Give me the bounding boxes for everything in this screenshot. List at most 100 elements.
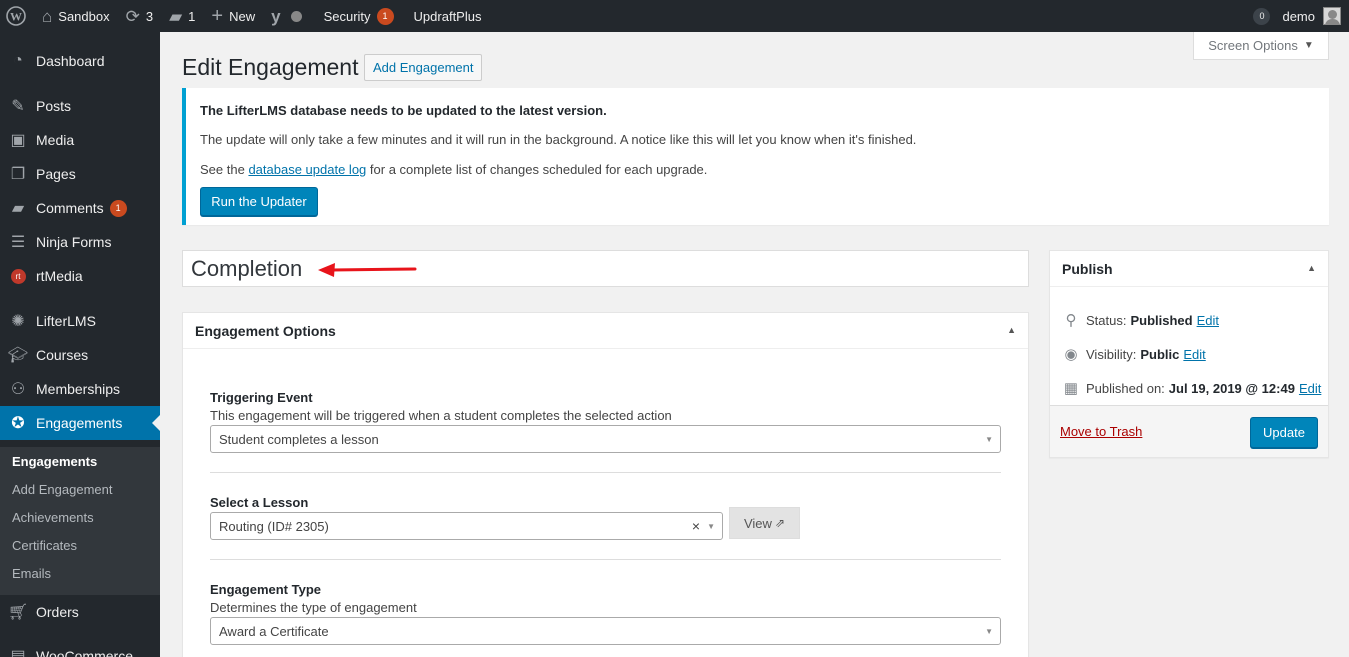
update-button[interactable]: Update xyxy=(1250,417,1318,448)
publish-header[interactable]: Publish ▲ xyxy=(1050,251,1328,287)
yoast-link[interactable]: y xyxy=(263,0,309,32)
menu-dashboard[interactable]: ◔ Dashboard xyxy=(0,44,160,78)
refresh-icon: ⟳ xyxy=(125,6,140,26)
menu-comments[interactable]: ▰ Comments 1 xyxy=(0,191,160,225)
status-dot-icon xyxy=(290,10,302,22)
dashboard-icon: ◔ xyxy=(13,52,23,69)
avatar[interactable] xyxy=(1323,7,1341,25)
cart-icon: 🛒︎ xyxy=(7,604,29,621)
menu-lifterlms[interactable]: ✺ LifterLMS xyxy=(0,304,160,338)
edit-date-link[interactable]: Edit xyxy=(1299,381,1321,396)
triggering-event-value: Student completes a lesson xyxy=(219,431,379,447)
lesson-select[interactable]: Routing (ID# 2305) × ▼ xyxy=(210,512,723,540)
award-icon: ✪ xyxy=(11,415,25,432)
menu-posts[interactable]: ✎ Posts xyxy=(0,89,160,123)
media-icon: ▣ xyxy=(10,132,26,149)
edit-status-link[interactable]: Edit xyxy=(1197,313,1219,328)
publish-actions: Move to Trash Update xyxy=(1050,405,1328,457)
menu-label: Posts xyxy=(36,98,72,114)
collapse-arrow-icon[interactable]: ▲ xyxy=(1307,263,1316,273)
menu-label: Engagements xyxy=(36,415,123,431)
notifications-badge[interactable]: 0 xyxy=(1253,7,1271,25)
comments-link[interactable]: ▰ 1 xyxy=(161,0,203,32)
submenu-emails[interactable]: Emails xyxy=(12,566,51,581)
engagement-type-description: Determines the type of engagement xyxy=(210,600,417,615)
menu-media[interactable]: ▣ Media xyxy=(0,123,160,157)
menu-courses[interactable]: 🎓︎ Courses xyxy=(0,338,160,372)
menu-label: WooCommerce xyxy=(36,648,133,657)
visibility-label: Visibility: xyxy=(1086,346,1137,362)
updates-count: 3 xyxy=(145,8,154,24)
security-label: Security xyxy=(323,8,371,24)
woo-icon: ▤ xyxy=(10,648,26,657)
visibility-row: ◉ Visibility: Public Edit xyxy=(1062,345,1205,363)
notice-line-2-after: for a complete list of changes scheduled… xyxy=(369,162,708,177)
post-title-input[interactable]: Completion xyxy=(182,250,1029,287)
comments-badge: 1 xyxy=(109,199,127,217)
wordpress-logo[interactable]: W xyxy=(0,0,34,32)
add-engagement-button[interactable]: Add Engagement xyxy=(364,54,483,81)
home-icon: ⌂ xyxy=(42,6,53,26)
triggering-event-select[interactable]: Student completes a lesson ▼ xyxy=(210,425,1001,453)
calendar-icon: ▦ xyxy=(1063,380,1079,397)
notice-line-1: The update will only take a few minutes … xyxy=(200,132,917,147)
new-label: New xyxy=(229,8,256,24)
site-name: Sandbox xyxy=(58,8,110,24)
status-value: Published xyxy=(1130,312,1193,328)
updraftplus-link[interactable]: UpdraftPlus xyxy=(402,0,490,32)
yoast-icon: y xyxy=(271,6,281,26)
menu-memberships[interactable]: ⚇ Memberships xyxy=(0,372,160,406)
pin-icon: ⚲ xyxy=(1065,312,1077,329)
menu-label: Comments xyxy=(36,200,104,216)
updraftplus-label: UpdraftPlus xyxy=(413,8,482,24)
site-name-link[interactable]: ⌂ Sandbox xyxy=(34,0,118,32)
submenu-certificates[interactable]: Certificates xyxy=(12,538,77,553)
security-link[interactable]: Security 1 xyxy=(310,0,402,32)
menu-woocommerce[interactable]: ▤ WooCommerce xyxy=(0,639,160,657)
collapse-arrow-icon[interactable]: ▲ xyxy=(1007,325,1016,335)
engagement-type-value: Award a Certificate xyxy=(219,623,329,639)
menu-label: Ninja Forms xyxy=(36,234,112,250)
published-label: Published on: xyxy=(1086,380,1165,396)
view-button-label: View xyxy=(743,515,772,531)
caret-down-icon: ▼ xyxy=(1303,40,1314,51)
submenu-achievements[interactable]: Achievements xyxy=(12,510,94,525)
svg-text:W: W xyxy=(10,10,22,24)
eye-icon: ◉ xyxy=(1064,346,1078,363)
groups-icon: ⚇ xyxy=(10,381,26,398)
updates-link[interactable]: ⟳ 3 xyxy=(118,0,161,32)
run-updater-button[interactable]: Run the Updater xyxy=(200,187,318,216)
publish-title: Publish xyxy=(1062,260,1113,277)
edit-visibility-link[interactable]: Edit xyxy=(1183,347,1205,362)
database-update-log-link[interactable]: database update log xyxy=(248,162,366,177)
clear-icon[interactable]: × xyxy=(692,518,700,534)
chevron-down-icon: ▼ xyxy=(985,627,993,636)
menu-label: Courses xyxy=(36,347,89,363)
view-lesson-button[interactable]: View ⇗ xyxy=(729,507,800,539)
menu-ninja-forms[interactable]: ☰ Ninja Forms xyxy=(0,225,160,259)
move-to-trash-link[interactable]: Move to Trash xyxy=(1060,424,1142,439)
menu-orders[interactable]: 🛒︎ Orders xyxy=(0,595,160,629)
lifterlms-icon: ✺ xyxy=(11,313,25,330)
screen-options-label: Screen Options xyxy=(1208,38,1298,53)
submenu-engagements[interactable]: Engagements xyxy=(12,454,97,469)
screen-options-button[interactable]: Screen Options ▼ xyxy=(1193,32,1329,60)
admin-bar: W ⌂ Sandbox ⟳ 3 ▰ 1 + New y Security 1 U… xyxy=(0,0,1349,32)
submenu-add-engagement[interactable]: Add Engagement xyxy=(12,482,112,497)
published-date-row: ▦ Published on: Jul 19, 2019 @ 12:49 Edi… xyxy=(1062,379,1321,397)
menu-rtmedia[interactable]: rt rtMedia xyxy=(0,259,160,293)
chevron-down-icon: ▼ xyxy=(985,435,993,444)
engagement-options-title: Engagement Options xyxy=(195,322,336,339)
pages-icon: ❐ xyxy=(10,166,26,183)
database-update-notice: The LifterLMS database needs to be updat… xyxy=(182,88,1329,225)
admin-sidebar: ◔ Dashboard ✎ Posts ▣ Media ❐ Pages ▰ Co… xyxy=(0,32,160,657)
user-name[interactable]: demo xyxy=(1282,9,1315,24)
menu-pages[interactable]: ❐ Pages xyxy=(0,157,160,191)
engagement-options-header[interactable]: Engagement Options ▲ xyxy=(183,313,1028,349)
new-content-link[interactable]: + New xyxy=(203,0,263,32)
engagement-type-select[interactable]: Award a Certificate ▼ xyxy=(210,617,1001,645)
chevron-down-icon: ▼ xyxy=(707,522,715,531)
courses-icon: 🎓︎ xyxy=(7,347,29,364)
notice-line-2: See the database update log for a comple… xyxy=(200,162,707,177)
menu-engagements[interactable]: ✪ Engagements xyxy=(0,406,160,440)
